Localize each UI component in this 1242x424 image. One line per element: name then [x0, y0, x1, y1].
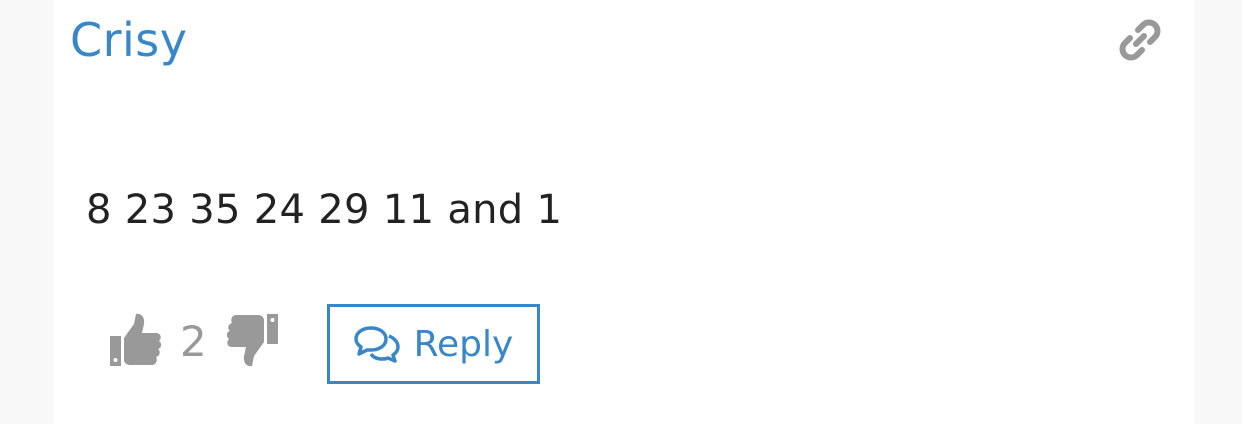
comment-author[interactable]: Crisy — [70, 12, 188, 68]
comment-text: 8 23 35 24 29 11 and 1 — [86, 187, 563, 233]
vote-count: 2 — [180, 317, 207, 366]
comment-card: Crisy 8 23 35 24 29 11 and 1 2 Reply — [54, 0, 1194, 424]
reply-label: Reply — [413, 323, 514, 365]
thumbs-up-icon[interactable] — [110, 312, 162, 368]
thumbs-down-icon[interactable] — [226, 312, 278, 368]
comment-actions: 2 Reply — [110, 304, 610, 384]
comments-icon — [353, 324, 400, 364]
link-icon[interactable] — [1118, 18, 1162, 62]
reply-button[interactable]: Reply — [327, 304, 540, 384]
